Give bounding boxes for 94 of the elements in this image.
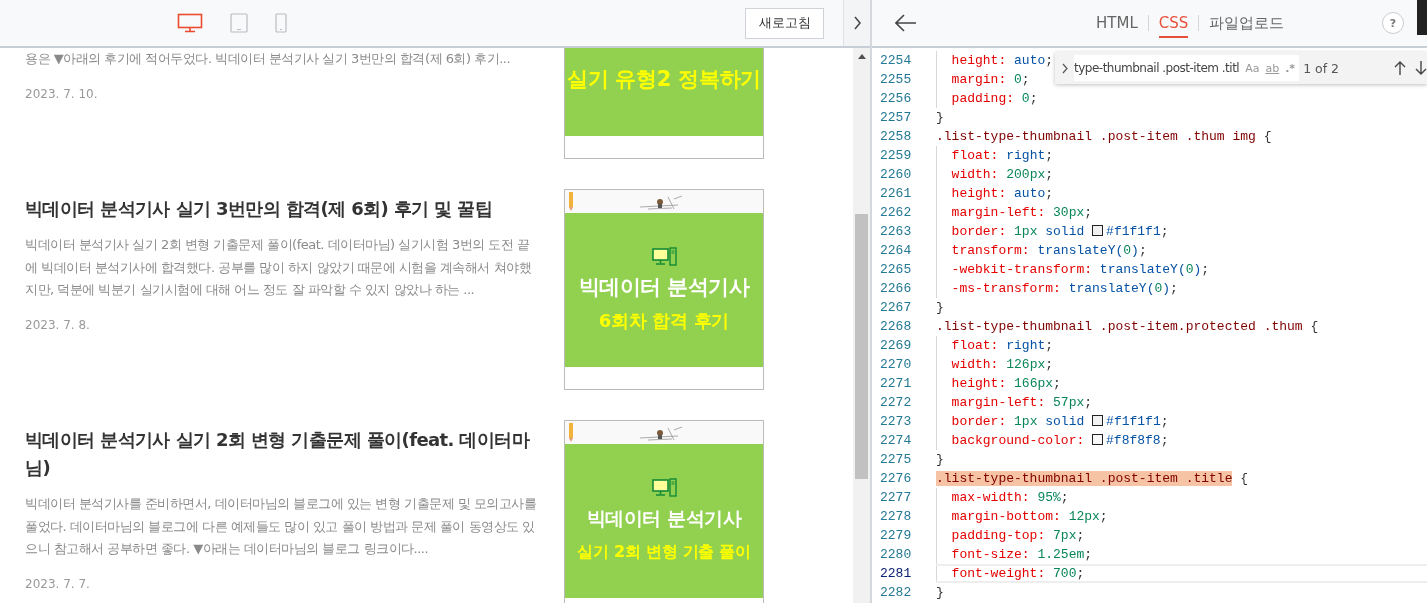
code-line: .list-type-thumbnail .post-item.protected .thum {	[936, 318, 1320, 336]
chevron-right-icon	[852, 16, 862, 30]
line-number: 2267	[879, 299, 913, 317]
expand-icon[interactable]	[1062, 62, 1068, 74]
thumbnail-subtitle: 실기 유형2 정복하기	[567, 66, 761, 92]
line-number: 2256	[879, 90, 913, 108]
find-option[interactable]: Aa	[1245, 61, 1260, 75]
thumbnail-title: 빅데이터 분석기사	[586, 505, 742, 531]
line-number: 2266	[879, 280, 913, 298]
find-option[interactable]: .*	[1285, 61, 1296, 75]
find-field[interactable]: type-thumbnail .post-item .titl Aa ab .*	[1074, 55, 1300, 81]
code-line: font-weight: 700;	[936, 564, 1427, 583]
line-number: 2274	[879, 432, 913, 450]
line-number: 2279	[879, 527, 913, 545]
code-line: border: 1px solid #f1f1f1;	[936, 412, 1427, 431]
post-excerpt: 용은 ▼아래의 후기에 적어두었다. 빅데이터 분석기사 실기 3번만의 합격(제 6회) 후기...	[25, 50, 512, 68]
line-number: 2270	[879, 356, 913, 374]
line-number: 2257	[879, 109, 913, 127]
code-line: background-color: #f8f8f8;	[936, 431, 1427, 450]
code-line: padding: 0;	[936, 89, 1427, 108]
line-number: 2259	[879, 147, 913, 165]
line-number: 2269	[879, 337, 913, 355]
code-line: margin-left: 57px;	[936, 393, 1427, 412]
thumbnail-subtitle: 실기 2회 변형 기출 풀이	[577, 540, 751, 563]
line-number: 2277	[879, 489, 913, 507]
code-line: }	[936, 451, 945, 469]
code-line: transform: translateY(0);	[936, 241, 1427, 260]
code-line: .list-type-thumbnail .post-item .thum img {	[936, 128, 1273, 146]
code-line: font-size: 1.25em;	[936, 545, 1427, 564]
scroll-up-icon[interactable]	[857, 54, 866, 59]
post-date: 2023. 7. 7.	[25, 576, 91, 591]
line-number: 2260	[879, 166, 913, 184]
code-line: float: right;	[936, 336, 1427, 355]
line-number: 2280	[879, 546, 913, 564]
line-number: 2282	[879, 584, 913, 602]
code-line: float: right;	[936, 146, 1427, 165]
line-number: 2262	[879, 204, 913, 222]
line-number: 2271	[879, 375, 913, 393]
tab-edge	[1417, 0, 1427, 35]
code-line: margin-left: 30px;	[936, 203, 1427, 222]
post-date: 2023. 7. 10.	[25, 86, 99, 101]
sketch-drawing	[638, 423, 684, 442]
post-title[interactable]: 빅데이터 분석기사 실기 2회 변형 기출문제 풀이(feat. 데이터마님)	[25, 426, 537, 482]
code-line: .list-type-thumbnail .post-item .title {	[936, 470, 1250, 488]
help-button[interactable]: ?	[1382, 12, 1404, 34]
line-number: 2273	[879, 413, 913, 431]
line-number: 2265	[879, 261, 913, 279]
post-title[interactable]: 빅데이터 분석기사 실기 3번만의 합격(제 6회) 후기 및 꿀팁	[25, 195, 537, 223]
find-option[interactable]: ab	[1265, 61, 1280, 75]
code-line: }	[936, 109, 945, 127]
line-number: 2272	[879, 394, 913, 412]
line-number: 2268	[879, 318, 913, 336]
computer-icon	[651, 246, 677, 266]
line-number: 2264	[879, 242, 913, 260]
code-line: border: 1px solid #f1f1f1;	[936, 222, 1427, 241]
computer-icon	[651, 477, 677, 497]
line-number: 2275	[879, 451, 913, 469]
match-count: 1 of 2	[1303, 60, 1340, 76]
editor-tab[interactable]: CSS	[1158, 14, 1189, 38]
sketch-drawing	[638, 192, 684, 211]
thumbnail-title: 빅데이터 분석기사	[578, 273, 750, 301]
desktop-icon[interactable]	[177, 13, 203, 33]
code-line: }	[936, 584, 945, 602]
code-line: height: auto;	[936, 184, 1427, 203]
line-number: 2281	[879, 565, 913, 583]
pencil-icon	[568, 192, 574, 211]
post-excerpt: 빅데이터 분석기사를 준비하면서, 데이터마님의 블로그에 있는 변형 기출문제 및 모의고사를 풀었다. 데이터마님의 블로그에 다른 예제들도 많이 있고 풀이 방법과 문제 풀이 동영상도 있으니 참고해서 공부하면 좋다. ▼아래는 데이터마님의 블로그 링크이다....	[25, 495, 537, 558]
next-match-icon[interactable]	[1415, 60, 1427, 76]
post-excerpt: 빅데이터 분석기사 실기 2회 변형 기출문제 풀이(feat. 데이터마님) 실기시험 3번의 도전 끝에 빅데이터 분석기사에 합격했다. 공부를 많이 하지 않았기 때문에 시험을 계속해서 쳐야했지만, 덕분에 빅분기 실기시험에 대해 어느 정도 잘 파악할 수 있지 않았나 하는 ...	[25, 236, 533, 299]
thumbnail-subtitle: 6회차 합격 후기	[598, 308, 730, 333]
editor-tab[interactable]: HTML	[1096, 14, 1138, 38]
line-number: 2276	[879, 470, 913, 488]
previous-match-icon[interactable]	[1394, 60, 1406, 76]
code-line: width: 126px;	[936, 355, 1427, 374]
code-line: -ms-transform: translateY(0);	[936, 279, 1427, 298]
line-number: 2255	[879, 71, 913, 89]
back-arrow-icon[interactable]	[895, 14, 917, 32]
code-line: max-width: 95%;	[936, 488, 1427, 507]
pencil-icon	[568, 423, 574, 442]
code-line: height: 166px;	[936, 374, 1427, 393]
refresh-button[interactable]: 새로고침	[745, 7, 824, 39]
post-date: 2023. 7. 8.	[25, 317, 91, 332]
line-number: 2263	[879, 223, 913, 241]
scrollbar-thumb[interactable]	[855, 214, 868, 479]
code-line: padding-top: 7px;	[936, 526, 1427, 545]
editor-tab[interactable]: 파일업로드	[1209, 13, 1285, 39]
line-number: 2258	[879, 128, 913, 146]
code-line: margin-bottom: 12px;	[936, 507, 1427, 526]
code-line: width: 200px;	[936, 165, 1427, 184]
code-line: }	[936, 299, 945, 317]
code-line: -webkit-transform: translateY(0);	[936, 260, 1427, 279]
line-number: 2261	[879, 185, 913, 203]
line-number: 2254	[879, 52, 913, 70]
line-number: 2278	[879, 508, 913, 526]
